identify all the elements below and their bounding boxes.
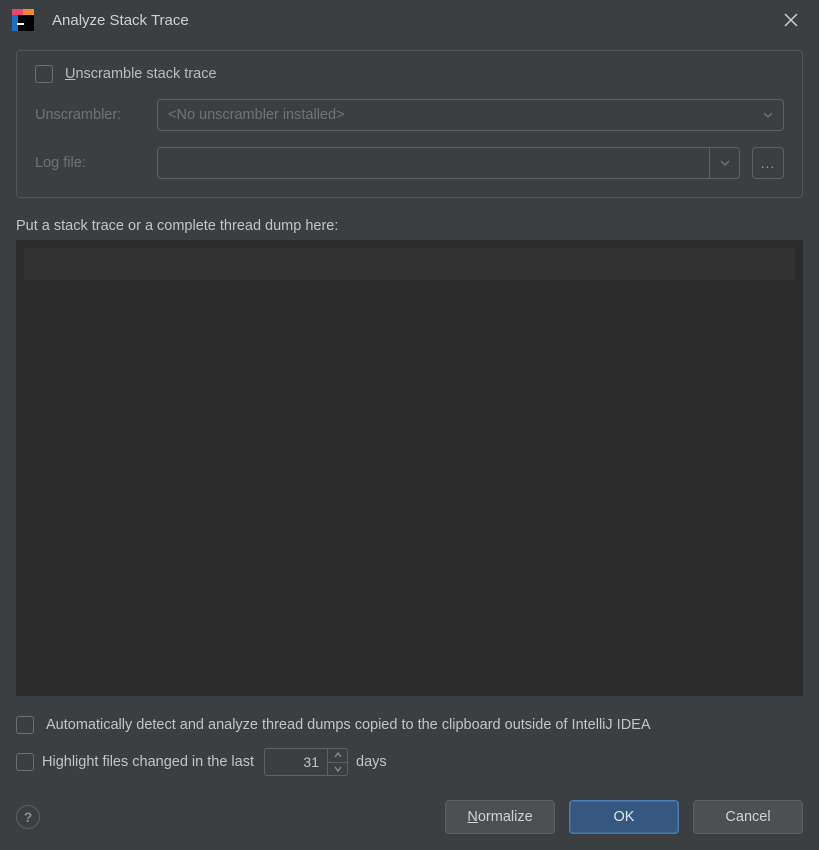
unscramble-panel: Unscramble stack trace Unscrambler: <No … (16, 50, 803, 198)
intellij-icon (12, 9, 34, 31)
chevron-up-icon (334, 752, 342, 758)
unscramble-checkbox[interactable] (35, 65, 53, 83)
logfile-row: Log file: ... (35, 147, 784, 179)
normalize-button[interactable]: Normalize (445, 800, 555, 834)
ellipsis-icon: ... (761, 155, 776, 171)
chevron-down-icon (763, 107, 773, 123)
ok-button[interactable]: OK (569, 800, 679, 834)
unscrambler-field-label: Unscrambler: (35, 107, 145, 123)
days-value: 31 (265, 754, 327, 770)
unscrambler-row: Unscrambler: <No unscrambler installed> (35, 99, 784, 131)
highlight-row: Highlight files changed in the last 31 d… (16, 748, 803, 776)
unscramble-checkbox-row: Unscramble stack trace (35, 65, 784, 83)
auto-detect-row: Automatically detect and analyze thread … (16, 716, 803, 734)
logfile-input[interactable] (157, 147, 740, 179)
days-step-down[interactable] (328, 763, 347, 776)
options-group: Automatically detect and analyze thread … (16, 716, 803, 776)
close-icon (783, 12, 799, 28)
help-button[interactable]: ? (16, 805, 40, 829)
close-button[interactable] (773, 2, 809, 38)
unscrambler-value: <No unscrambler installed> (168, 107, 345, 123)
highlight-checkbox[interactable] (16, 753, 34, 771)
content: Unscramble stack trace Unscrambler: <No … (0, 40, 819, 850)
logfile-field-label: Log file: (35, 155, 145, 171)
auto-detect-checkbox[interactable] (16, 716, 34, 734)
chevron-down-icon (334, 766, 342, 772)
analyze-stack-trace-dialog: Analyze Stack Trace Unscramble stack tra… (0, 0, 819, 850)
caret-line (24, 248, 795, 280)
days-spinner[interactable]: 31 (264, 748, 348, 776)
cancel-button[interactable]: Cancel (693, 800, 803, 834)
stacktrace-textarea[interactable] (16, 240, 803, 696)
unscrambler-select[interactable]: <No unscrambler installed> (157, 99, 784, 131)
dialog-title: Analyze Stack Trace (52, 12, 189, 29)
chevron-down-icon (720, 160, 730, 167)
titlebar: Analyze Stack Trace (0, 0, 819, 40)
stacktrace-label: Put a stack trace or a complete thread d… (16, 218, 803, 234)
logfile-history-dropdown[interactable] (709, 148, 739, 178)
highlight-label-post: days (356, 754, 387, 770)
days-step-up[interactable] (328, 749, 347, 763)
highlight-label-pre: Highlight files changed in the last (42, 754, 254, 770)
unscramble-label: Unscramble stack trace (65, 66, 217, 82)
logfile-browse-button[interactable]: ... (752, 147, 784, 179)
auto-detect-label: Automatically detect and analyze thread … (46, 717, 651, 733)
help-icon: ? (24, 809, 33, 825)
days-steppers (327, 749, 347, 775)
footer: ? Normalize OK Cancel (16, 800, 803, 834)
